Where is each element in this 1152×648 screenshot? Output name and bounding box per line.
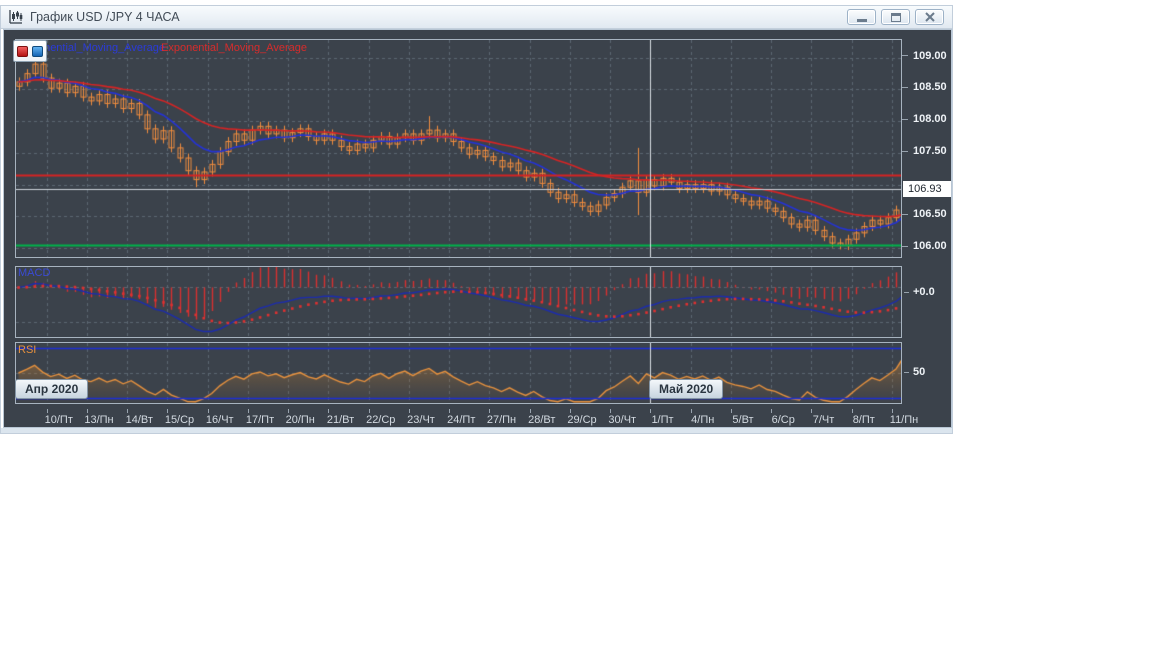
time-axis-tick — [811, 409, 812, 413]
time-axis-label: 20/Пн — [286, 414, 315, 426]
time-axis-label: 30/Чт — [608, 414, 636, 426]
macd-canvas[interactable] — [16, 267, 901, 337]
close-button[interactable] — [915, 9, 944, 25]
time-axis-label: 28/Вт — [528, 414, 555, 426]
time-axis-tick — [409, 409, 410, 413]
time-axis-tick — [731, 409, 732, 413]
time-axis-label: 16/Чт — [206, 414, 234, 426]
price-tick-label: 109.00 — [902, 50, 947, 62]
time-axis-label: 1/Пт — [651, 414, 673, 426]
rsi-axis-value: 50 — [904, 366, 925, 378]
price-tick-label: 106.00 — [902, 240, 947, 252]
macd-label: MACD — [18, 267, 50, 279]
month-label-april: Апр 2020 — [15, 379, 88, 399]
time-axis-tick — [570, 409, 571, 413]
time-axis-tick — [489, 409, 490, 413]
time-axis-label: 10/Пт — [45, 414, 73, 426]
macd-axis-value: +0.0 — [904, 286, 935, 298]
time-axis-tick — [852, 409, 853, 413]
macd-panel — [15, 266, 902, 338]
price-tick-label: 107.50 — [902, 145, 947, 157]
time-axis-tick — [127, 409, 128, 413]
time-axis-label: 29/Ср — [567, 414, 596, 426]
time-axis-tick — [167, 409, 168, 413]
time-axis-tick — [610, 409, 611, 413]
time-axis-label: 4/Пн — [691, 414, 714, 426]
legend-ema-slow: Exponential_Moving_Average — [161, 42, 307, 54]
minimize-button[interactable] — [847, 9, 876, 25]
time-axis-tick — [530, 409, 531, 413]
price-chart-canvas[interactable] — [16, 40, 901, 257]
price-tick-label: 108.00 — [902, 113, 947, 125]
price-tick-label: 106.50 — [902, 208, 947, 220]
time-axis-label: 6/Ср — [772, 414, 795, 426]
time-axis-tick — [328, 409, 329, 413]
time-axis-label: 27/Пн — [487, 414, 516, 426]
close-icon — [925, 12, 935, 22]
time-axis-label: 21/Вт — [327, 414, 354, 426]
time-axis-tick — [771, 409, 772, 413]
time-axis-tick — [248, 409, 249, 413]
red-series-button[interactable] — [17, 46, 28, 57]
blue-series-button[interactable] — [32, 46, 43, 57]
rsi-label: RSI — [18, 344, 36, 356]
time-axis-tick — [208, 409, 209, 413]
time-axis-label: 13/Пн — [84, 414, 113, 426]
time-axis-label: 14/Вт — [126, 414, 153, 426]
time-axis-tick — [449, 409, 450, 413]
time-axis-label: 23/Чт — [407, 414, 435, 426]
time-axis-tick — [288, 409, 289, 413]
chart-window: График USD /JPY 4 ЧАСА Exponential_Movin… — [0, 5, 953, 434]
time-axis-label: 22/Ср — [366, 414, 395, 426]
time-axis-tick — [87, 409, 88, 413]
candlestick-chart-icon — [8, 9, 24, 25]
current-price-badge: 106.93 — [903, 181, 951, 197]
time-axis-tick — [691, 409, 692, 413]
restore-button[interactable] — [881, 9, 910, 25]
time-axis-tick — [650, 409, 651, 413]
window-title: График USD /JPY 4 ЧАСА — [30, 10, 180, 24]
time-axis-label: 8/Пт — [853, 414, 875, 426]
time-axis-label: 5/Вт — [732, 414, 753, 426]
time-axis-label: 11/Пн — [890, 414, 918, 426]
price-tick-label: 108.50 — [902, 81, 947, 93]
time-axis-tick — [892, 409, 893, 413]
time-axis-tick — [47, 409, 48, 413]
series-buttons-toolbar — [13, 40, 47, 62]
time-axis-label: 15/Ср — [165, 414, 194, 426]
time-axis-tick — [369, 409, 370, 413]
time-axis-label: 24/Пт — [447, 414, 475, 426]
month-label-may: Май 2020 — [649, 379, 723, 399]
window-bottom-edge — [1, 428, 952, 433]
price-panel — [15, 39, 902, 258]
window-titlebar[interactable]: График USD /JPY 4 ЧАСА — [1, 6, 952, 29]
time-axis-label: 17/Пт — [246, 414, 274, 426]
rsi-panel — [15, 342, 902, 404]
restore-icon — [891, 13, 901, 22]
time-axis-label: 7/Чт — [813, 414, 835, 426]
rsi-canvas[interactable] — [16, 343, 901, 403]
minimize-icon — [857, 19, 867, 22]
